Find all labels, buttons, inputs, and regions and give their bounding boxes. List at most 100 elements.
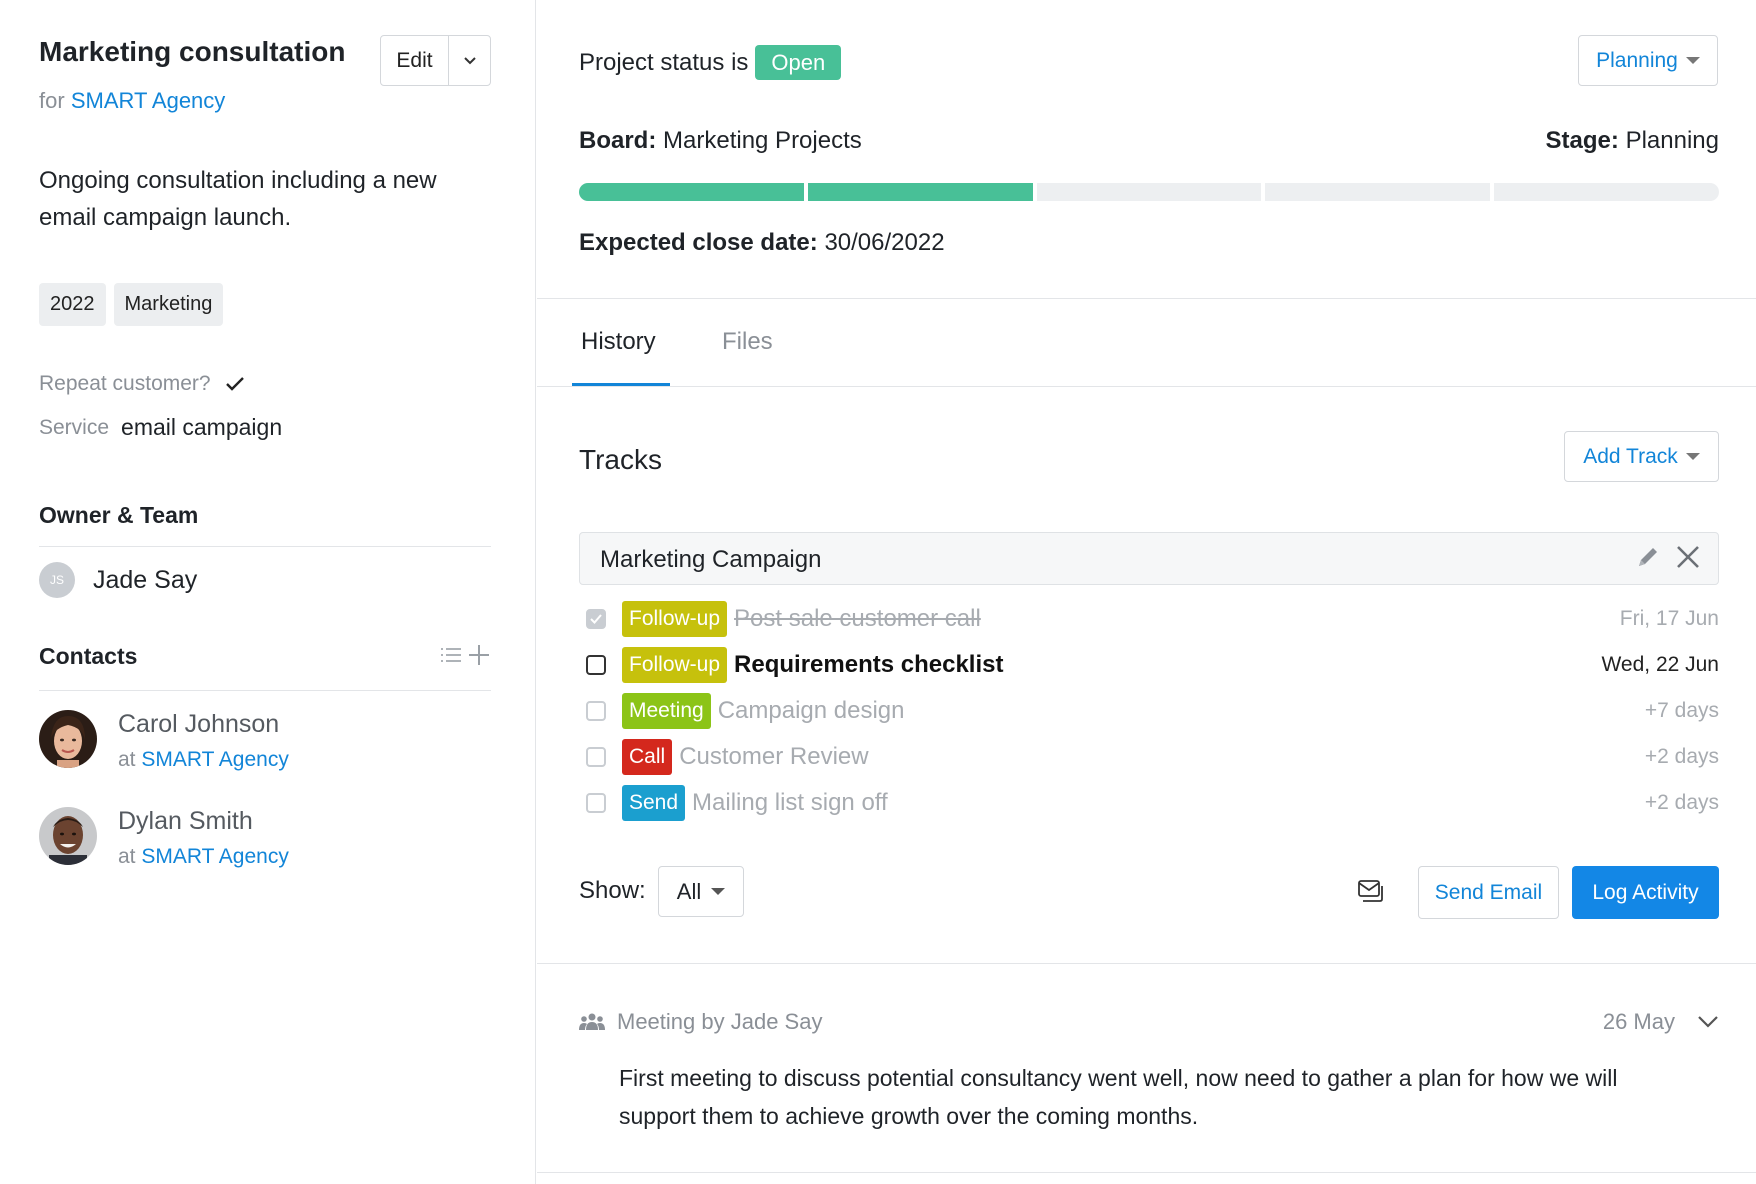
edit-menu-toggle[interactable] xyxy=(449,36,490,85)
service-label: Service xyxy=(39,415,110,439)
activity-date: 26 May xyxy=(1602,1009,1675,1034)
list-icon[interactable] xyxy=(440,647,462,663)
task-type-badge: Follow-up xyxy=(622,647,728,683)
check-icon xyxy=(590,614,602,624)
task-row[interactable]: Meeting Campaign design +7 days xyxy=(586,692,1719,730)
repeat-customer-label: Repeat customer? xyxy=(39,372,211,395)
service-value: email campaign xyxy=(121,414,283,440)
show-filter-value: All xyxy=(676,878,702,904)
pencil-icon[interactable] xyxy=(1636,545,1660,569)
tab-files[interactable]: Files xyxy=(722,328,773,356)
task-name[interactable]: Campaign design xyxy=(718,697,905,725)
contact-company-line: at SMART Agency xyxy=(118,845,289,869)
project-main: Project status is Open Planning Board: M… xyxy=(537,0,1756,1184)
company-link[interactable]: SMART Agency xyxy=(71,88,225,113)
tracks-heading: Tracks xyxy=(579,444,662,475)
chevron-down-icon xyxy=(463,57,476,65)
divider xyxy=(39,690,491,691)
stage-dropdown-label: Planning xyxy=(1596,48,1678,72)
chevron-down-icon[interactable] xyxy=(1697,1015,1719,1029)
task-date: +2 days xyxy=(1644,745,1719,768)
task-name[interactable]: Mailing list sign off xyxy=(692,789,888,817)
task-row[interactable]: Send Mailing list sign off +2 days xyxy=(586,784,1719,822)
board-value: Marketing Projects xyxy=(663,127,862,154)
task-checkbox[interactable] xyxy=(586,747,606,767)
email-icon[interactable] xyxy=(1357,878,1385,904)
task-row[interactable]: Follow-up Requirements checklist Wed, 22… xyxy=(586,646,1719,684)
task-checkbox[interactable] xyxy=(586,655,606,675)
task-name[interactable]: Post sale customer call xyxy=(734,605,981,633)
track-header: Marketing Campaign xyxy=(579,532,1719,585)
track-title: Marketing Campaign xyxy=(600,546,822,573)
contact-name[interactable]: Carol Johnson xyxy=(118,710,289,739)
activity-date-group: 26 May xyxy=(1603,1009,1719,1035)
avatar: JS xyxy=(39,562,75,598)
contact-text: Carol Johnson at SMART Agency xyxy=(118,710,289,772)
add-track-label: Add Track xyxy=(1583,444,1678,468)
task-type-badge: Meeting xyxy=(622,693,711,729)
add-contact-icon[interactable] xyxy=(468,644,490,666)
deal-description: Ongoing consultation including a new ema… xyxy=(39,167,437,231)
task-date: +2 days xyxy=(1644,791,1719,814)
tag-list: 2022 Marketing xyxy=(39,283,224,326)
contact-name[interactable]: Dylan Smith xyxy=(118,807,289,836)
tab-history[interactable]: History xyxy=(581,328,656,356)
tag[interactable]: 2022 xyxy=(39,283,106,326)
add-track-button[interactable]: Add Track xyxy=(1564,431,1719,482)
close-date-label: Expected close date: xyxy=(579,229,818,256)
owner-row[interactable]: JS Jade Say xyxy=(39,562,197,598)
activity-title: Meeting by Jade Say xyxy=(617,1009,823,1034)
deal-company-line: for SMART Agency xyxy=(39,88,225,114)
owner-name: Jade Say xyxy=(93,565,198,594)
activity-header: Meeting by Jade Say xyxy=(579,1009,822,1035)
task-checkbox[interactable] xyxy=(586,793,606,813)
owner-team-heading: Owner & Team xyxy=(39,502,199,528)
deal-title: Marketing consultation xyxy=(39,36,346,67)
close-icon[interactable] xyxy=(1676,545,1700,569)
stage-dropdown[interactable]: Planning xyxy=(1578,35,1718,86)
divider xyxy=(537,963,1756,964)
contact-avatar xyxy=(39,807,97,865)
close-date-value: 30/06/2022 xyxy=(824,229,945,256)
progress-segment xyxy=(1494,183,1719,201)
track-actions xyxy=(1636,545,1700,569)
caret-down-icon xyxy=(711,887,726,895)
task-checkbox[interactable] xyxy=(586,701,606,721)
status-prefix: Project status is xyxy=(579,48,749,76)
divider xyxy=(537,298,1756,299)
stage-info: Stage: Planning xyxy=(1546,127,1719,155)
contacts-tools xyxy=(440,644,490,666)
stage-value: Planning xyxy=(1625,127,1719,154)
at-prefix: at xyxy=(118,748,136,771)
stage-label: Stage: xyxy=(1545,127,1619,154)
at-prefix: at xyxy=(118,845,136,868)
company-link[interactable]: SMART Agency xyxy=(141,748,288,771)
contacts-heading: Contacts xyxy=(39,643,138,669)
task-checkbox[interactable] xyxy=(586,609,606,629)
contact-avatar xyxy=(39,710,97,768)
task-row[interactable]: Call Customer Review +2 days xyxy=(586,738,1719,776)
task-name[interactable]: Requirements checklist xyxy=(734,651,1003,679)
edit-button[interactable]: Edit xyxy=(381,36,449,85)
contact-item[interactable]: Dylan Smith at SMART Agency xyxy=(39,807,289,869)
deal-sidebar: Marketing consultation for SMART Agency … xyxy=(0,0,536,1184)
tag[interactable]: Marketing xyxy=(113,283,224,326)
edit-button-group: Edit xyxy=(380,35,491,86)
people-icon xyxy=(579,1013,605,1030)
show-filter-label: Show: xyxy=(579,877,646,904)
contact-item[interactable]: Carol Johnson at SMART Agency xyxy=(39,710,289,772)
divider xyxy=(39,546,491,547)
project-status-line: Project status is Open xyxy=(579,45,842,80)
status-badge: Open xyxy=(755,45,842,80)
for-prefix: for xyxy=(39,88,65,113)
send-email-button[interactable]: Send Email xyxy=(1418,866,1559,919)
company-link[interactable]: SMART Agency xyxy=(141,845,288,868)
stage-progress-bar xyxy=(579,183,1719,201)
log-activity-button[interactable]: Log Activity xyxy=(1572,866,1719,919)
task-type-badge: Send xyxy=(622,785,686,821)
progress-segment xyxy=(579,183,804,201)
divider xyxy=(537,386,1756,387)
show-filter-select[interactable]: All xyxy=(658,866,744,917)
task-name[interactable]: Customer Review xyxy=(679,743,868,771)
task-row[interactable]: Follow-up Post sale customer call Fri, 1… xyxy=(586,600,1719,638)
